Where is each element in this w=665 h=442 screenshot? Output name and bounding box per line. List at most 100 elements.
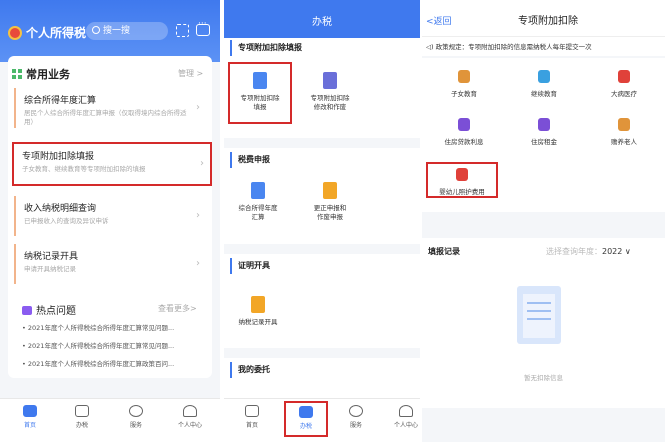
certificate-icon [251,296,265,313]
business-item-tax-record[interactable]: 纳税记录开具 申请开具纳税记录 › [14,244,206,284]
item-subtitle: 子女教育、继续教育等专项附加扣除的填报 [22,165,146,173]
section-title: 证明开具 [230,258,420,274]
chevron-right-icon: › [196,210,200,221]
page-title: 专项附加扣除 [518,16,578,27]
tab-label: 首页 [23,422,36,429]
section-title: 专项附加扣除填报 [230,40,420,56]
item-title: 纳税记录开具 [24,252,79,262]
tab-service[interactable]: 服务 [116,405,156,429]
tile-special-deduction-modify[interactable]: 专项附加扣除 修改和作废 [298,72,362,112]
tab-label: 服务 [349,422,362,429]
document-icon [75,405,89,417]
deduction-elderly-support[interactable]: 赡养老人 [588,118,660,146]
section-title-label: 常用业务 [26,68,70,81]
tile-tax-record[interactable]: 纳税记录开具 [226,296,290,327]
search-input[interactable]: 搜一搜 [86,22,168,40]
notice-text: 政策规定：专项附加扣除的信息需纳税人每年提交一次 [435,43,592,51]
tile-correction-filing[interactable]: 更正申报和 作废申报 [298,182,362,222]
special-deduction-screen: <返回 专项附加扣除 ◁) 政策规定：专项附加扣除的信息需纳税人每年提交一次 子… [422,0,665,442]
business-item-special-deduction[interactable]: 专项附加扣除填报 子女教育、继续教育等专项附加扣除的填报 › [12,142,212,186]
tab-tax[interactable]: 办税 [62,405,102,429]
section-my-delegation: 我的委托 [224,358,420,398]
item-title: 专项附加扣除填报 [22,152,95,162]
form-edit-icon [323,72,337,89]
item-subtitle: 申请开具纳税记录 [24,265,76,273]
tab-label: 办税 [299,423,312,430]
person-icon [183,405,197,417]
chevron-right-icon: › [200,158,204,169]
section-tax-filing: 税费申报 综合所得年度 汇算 更正申报和 作废申报 [224,148,420,244]
deduction-housing-loan[interactable]: 住房贷款利息 [428,118,500,146]
tile-annual-settlement[interactable]: 综合所得年度 汇算 [226,182,290,222]
hot-question-item[interactable]: • 2021年度个人所得税综合所得年度汇算常见问题... [22,340,174,350]
tax-emblem-icon [8,26,22,40]
tab-tax[interactable]: 办税 [284,401,328,437]
item-label: 赡养老人 [611,138,637,146]
item-label: 婴幼儿照护费用 [439,188,485,196]
item-title: 收入纳税明细查询 [24,204,97,214]
heart-icon [349,405,363,417]
empty-state-text: 暂无扣除信息 [524,374,563,382]
tab-profile[interactable]: 个人中心 [170,405,210,429]
business-item-annual-settlement[interactable]: 综合所得年度汇算 居民个人综合所得年度汇算申报（仅取得境内综合所得适用） › [14,88,206,128]
baby-icon [456,168,468,181]
home-header: 个人所得税 搜一搜 [0,0,220,62]
item-title: 综合所得年度汇算 [24,96,97,106]
chat-icon [22,306,32,315]
section-title: 我的委托 [230,362,420,378]
tab-label: 办税 [75,422,88,429]
tile-special-deduction-fill[interactable]: 专项附加扣除 填报 [228,62,292,124]
view-more-link[interactable]: 查看更多> [158,303,197,314]
deduction-children-education[interactable]: 子女教育 [428,70,500,98]
deduction-housing-rent[interactable]: 住房租金 [508,118,580,146]
item-label: 大病医疗 [611,90,637,98]
tile-label: 纳税记录开具 [238,318,278,326]
form-icon [253,72,267,89]
section-special-deduction: 专项附加扣除填报 专项附加扣除 填报 专项附加扣除 修改和作废 [224,38,420,138]
hot-question-item[interactable]: • 2021年度个人所得税综合所得年度汇算政策百问... [22,358,174,368]
graduation-cap-icon [538,70,550,83]
section-title: 税费申报 [230,152,420,168]
search-placeholder: 搜一搜 [103,26,131,36]
tile-label: 作废申报 [317,213,343,221]
bottom-tab-bar: 首页 办税 服务 个人中心 [0,398,220,442]
app-title: 个人所得税 [26,26,87,40]
deduction-type-grid: 子女教育 继续教育 大病医疗 住房贷款利息 住房租金 赡养老人 婴幼儿照护费用 [422,58,665,212]
home-icon [245,405,259,417]
tab-label: 首页 [245,422,258,429]
children-icon [458,70,470,83]
tab-profile[interactable]: 个人中心 [386,405,420,429]
year-label: 选择查询年度： [546,247,602,256]
records-title: 填报记录 [428,247,460,256]
tile-label: 更正申报和 [313,204,347,212]
tab-label: 服务 [129,422,142,429]
tile-label: 专项附加扣除 [240,94,280,102]
bottom-tab-bar: 首页 办税 服务 个人中心 [224,398,420,442]
document-icon [299,406,313,418]
heart-icon [129,405,143,417]
deduction-infant-care[interactable]: 婴幼儿照护费用 [426,162,498,198]
house-key-icon [538,118,550,131]
policy-notice: ◁) 政策规定：专项附加扣除的信息需纳税人每年提交一次 [422,36,665,56]
back-button[interactable]: <返回 [426,14,452,27]
tab-home[interactable]: 首页 [10,405,50,429]
tab-home[interactable]: 首页 [232,405,272,429]
document-icon [323,182,337,199]
empty-document-icon [517,286,561,344]
manage-link[interactable]: 管理 > [178,68,203,79]
message-icon[interactable] [196,19,210,36]
item-label: 继续教育 [531,90,557,98]
home-screen: 个人所得税 搜一搜 常用业务 管理 > 综合所得年度汇算 居民个人综合所得年度汇… [0,0,220,442]
deduction-serious-illness[interactable]: 大病医疗 [588,70,660,98]
chevron-right-icon: › [196,258,200,269]
deduction-continuing-education[interactable]: 继续教育 [508,70,580,98]
hot-question-item[interactable]: • 2021年度个人所得税综合所得年度汇算常见问题... [22,322,174,332]
year-selector[interactable]: 选择查询年度：2022 ∨ [546,246,631,257]
tile-label: 填报 [253,103,267,111]
scan-icon[interactable] [176,24,189,37]
business-item-income-query[interactable]: 收入纳税明细查询 已申报收入的查询及异议申诉 › [14,196,206,236]
tile-label: 综合所得年度 [238,204,278,212]
tab-service[interactable]: 服务 [336,405,376,429]
house-icon [458,118,470,131]
chevron-right-icon: › [196,102,200,113]
